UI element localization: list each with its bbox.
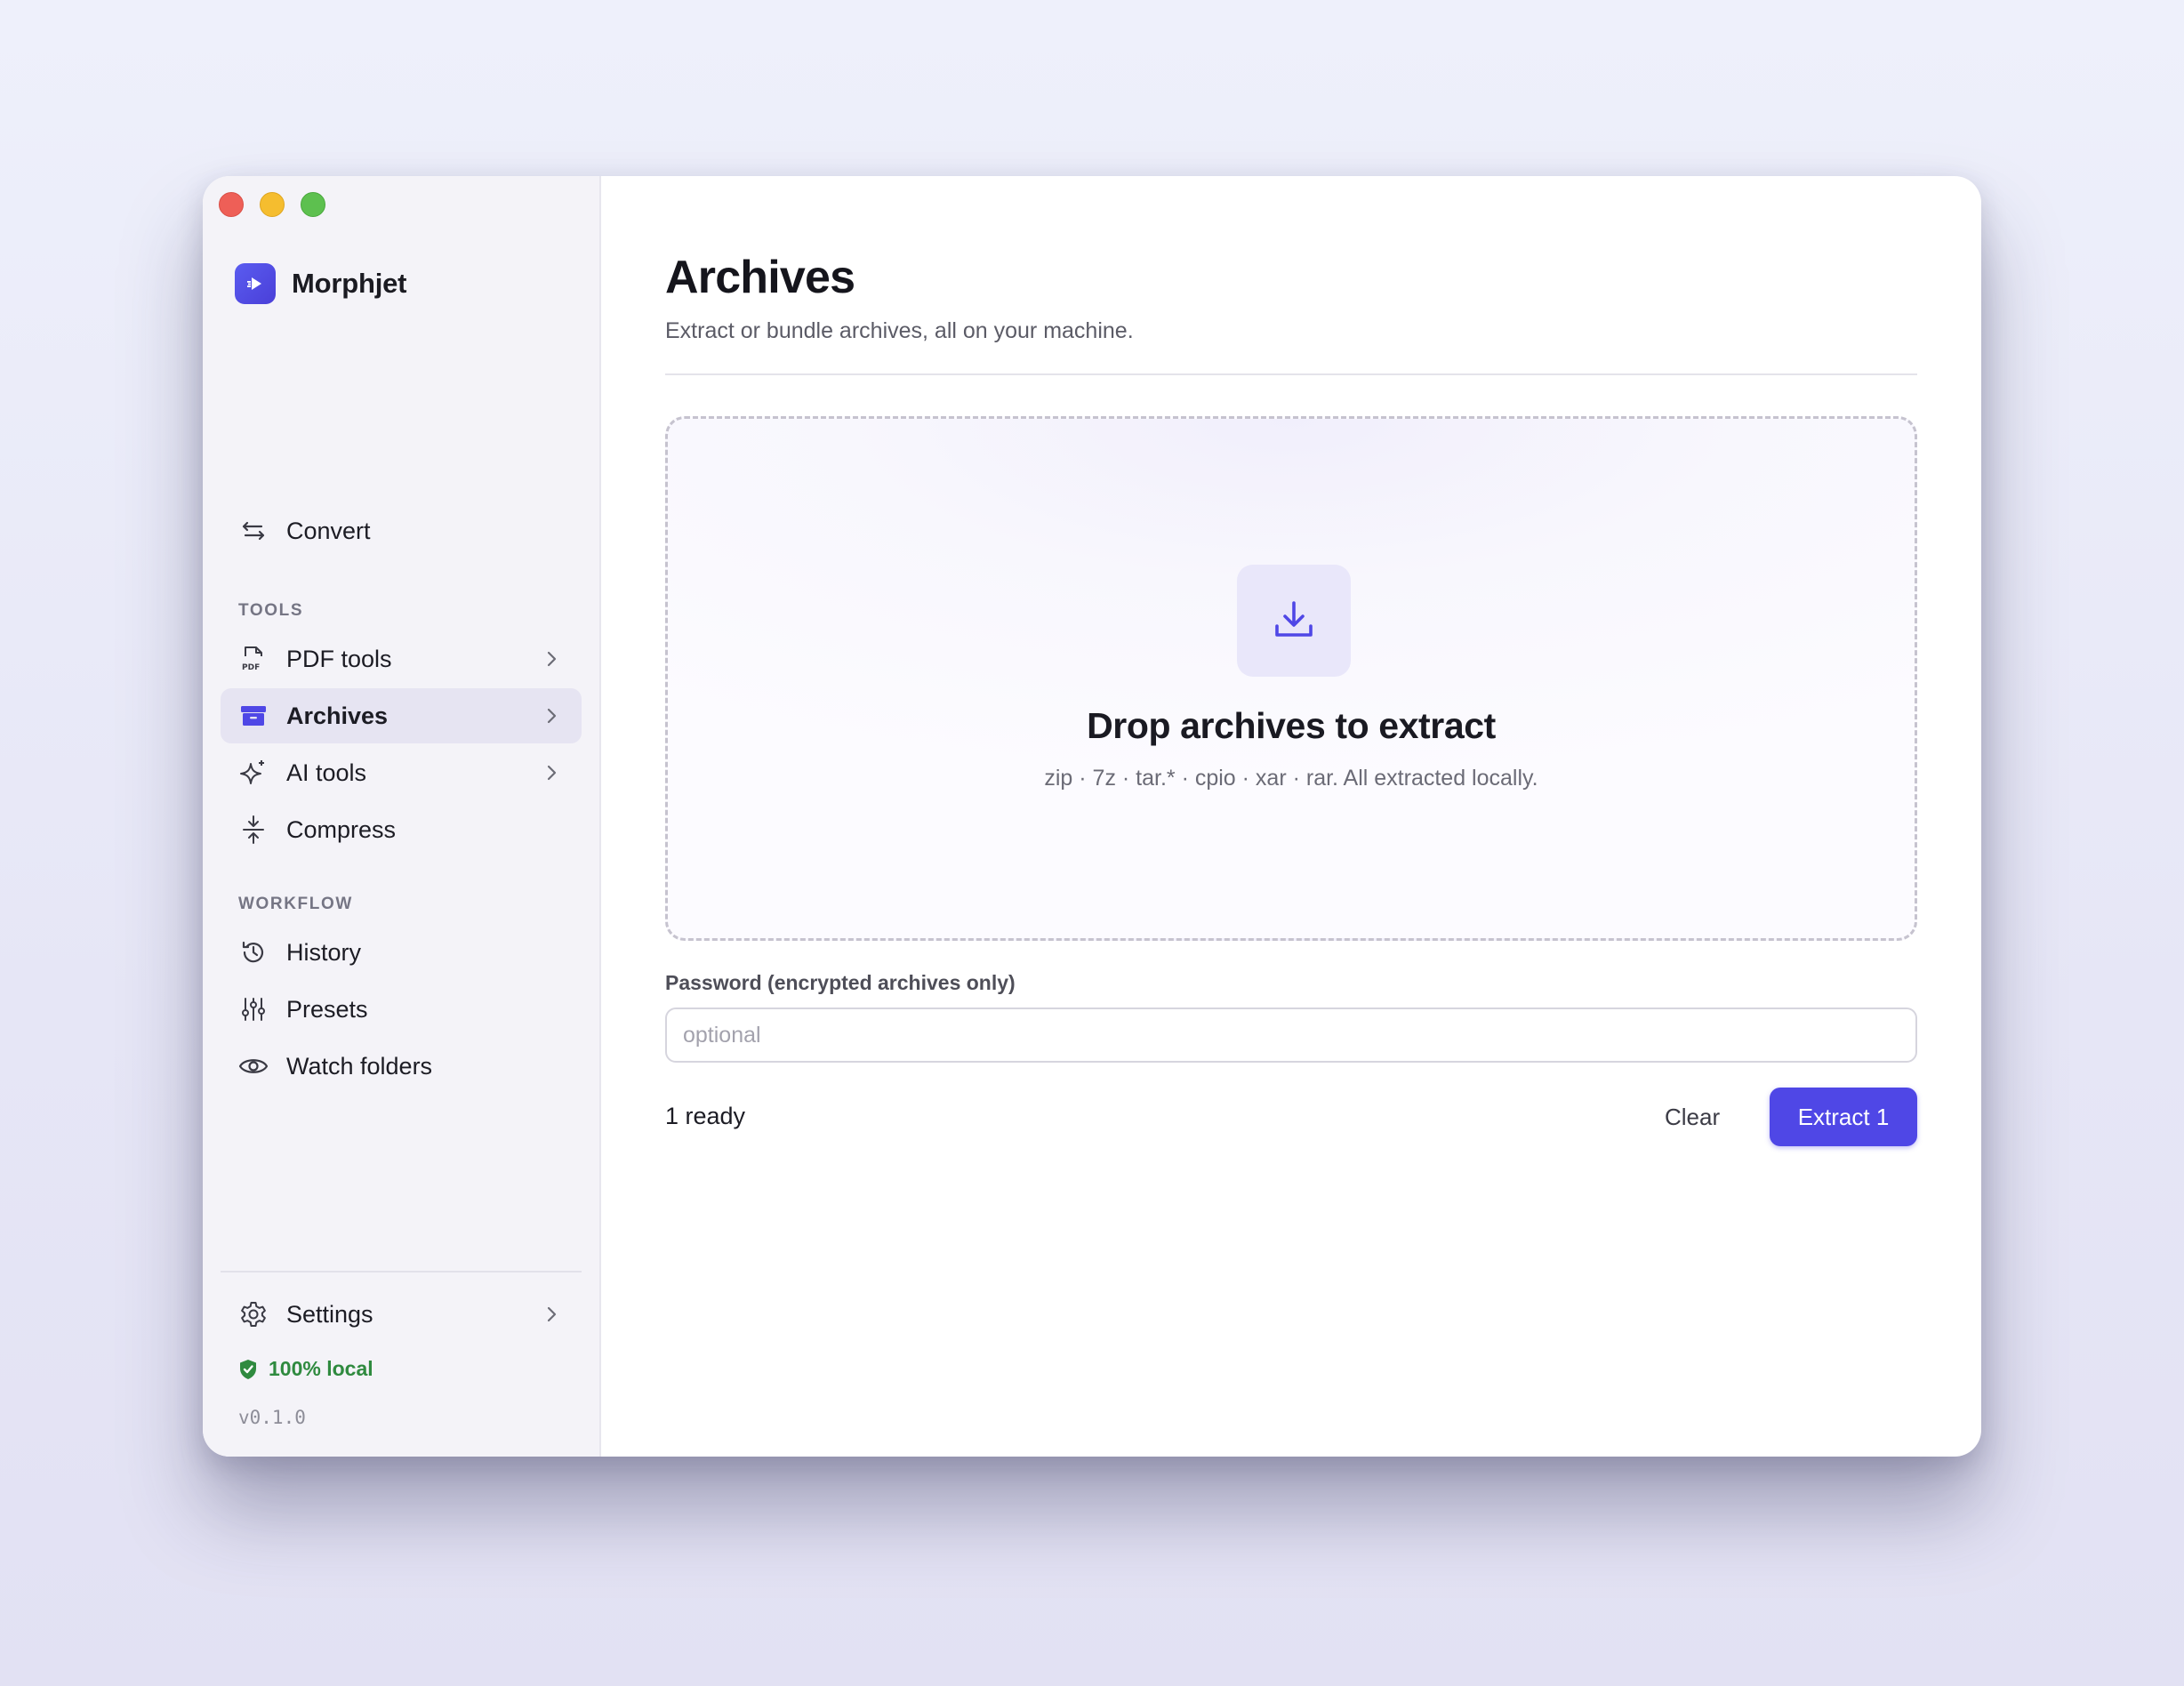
- sidebar-item-archives[interactable]: Archives: [221, 688, 582, 743]
- sidebar: Morphjet Convert TOOLS PDF PDF tools Arc…: [203, 176, 601, 1457]
- sidebar-item-settings[interactable]: Settings: [221, 1287, 582, 1342]
- archive-icon: [238, 701, 269, 731]
- sliders-icon: [238, 994, 269, 1024]
- archive-dropzone[interactable]: Drop archives to extract zip · 7z · tar.…: [665, 416, 1917, 941]
- pdf-icon: PDF: [238, 644, 269, 674]
- sidebar-item-label: Watch folders: [286, 1052, 433, 1080]
- minimize-window-button[interactable]: [260, 192, 285, 217]
- sidebar-item-label: Compress: [286, 815, 397, 843]
- local-status-badge: 100% local: [238, 1357, 373, 1381]
- download-tray-icon: [1237, 565, 1351, 677]
- sidebar-item-presets[interactable]: Presets: [221, 982, 582, 1037]
- password-input[interactable]: [665, 1008, 1917, 1063]
- brand: Morphjet: [235, 263, 406, 304]
- extract-button[interactable]: Extract 1: [1770, 1088, 1917, 1146]
- app-logo-icon: [235, 263, 276, 304]
- ready-count: 1 ready: [665, 1103, 746, 1129]
- shield-check-icon: [240, 1359, 256, 1379]
- sidebar-item-label: Settings: [286, 1300, 373, 1328]
- sidebar-item-label: PDF tools: [286, 645, 392, 672]
- sidebar-item-label: History: [286, 938, 362, 966]
- history-icon: [238, 937, 269, 967]
- app-window: Morphjet Convert TOOLS PDF PDF tools Arc…: [203, 176, 1981, 1457]
- zoom-window-button[interactable]: [301, 192, 325, 217]
- workflow-section-heading: WORKFLOW: [238, 895, 353, 913]
- sidebar-item-watch-folders[interactable]: Watch folders: [221, 1039, 582, 1094]
- clear-button[interactable]: Clear: [1645, 1088, 1739, 1146]
- dropzone-formats: zip · 7z · tar.* · cpio · xar · rar. All…: [1044, 766, 1538, 791]
- gear-icon: [238, 1299, 269, 1329]
- eye-icon: [238, 1051, 269, 1081]
- chevron-right-icon: [547, 651, 557, 667]
- sidebar-item-label: Convert: [286, 517, 371, 544]
- sidebar-item-convert[interactable]: Convert: [221, 503, 582, 558]
- sidebar-item-label: Archives: [286, 702, 389, 729]
- sidebar-item-pdf-tools[interactable]: PDF PDF tools: [221, 631, 582, 686]
- compress-icon: [238, 815, 269, 845]
- dropzone-title: Drop archives to extract: [1087, 705, 1496, 746]
- page-subtitle: Extract or bundle archives, all on your …: [665, 318, 1134, 343]
- chevron-right-icon: [547, 1306, 557, 1322]
- sidebar-item-label: Presets: [286, 995, 368, 1023]
- tools-section-heading: TOOLS: [238, 601, 304, 620]
- chevron-right-icon: [547, 765, 557, 781]
- close-window-button[interactable]: [219, 192, 244, 217]
- sidebar-item-label: AI tools: [286, 759, 367, 786]
- sidebar-item-history[interactable]: History: [221, 925, 582, 980]
- password-label: Password (encrypted archives only): [665, 971, 1016, 994]
- main-content: Archives Extract or bundle archives, all…: [601, 176, 1981, 1457]
- sidebar-item-compress[interactable]: Compress: [221, 802, 582, 857]
- sidebar-divider: [221, 1271, 582, 1273]
- convert-arrows-icon: [238, 516, 269, 546]
- sidebar-item-ai-tools[interactable]: AI tools: [221, 745, 582, 800]
- app-version: v0.1.0: [238, 1407, 306, 1428]
- page-title: Archives: [665, 252, 855, 303]
- header-divider: [665, 373, 1917, 375]
- chevron-right-icon: [547, 708, 557, 724]
- svg-text:PDF: PDF: [242, 663, 260, 672]
- app-name: Morphjet: [292, 268, 407, 299]
- sparkle-icon: [238, 758, 269, 788]
- window-controls: [219, 192, 325, 217]
- local-status-label: 100% local: [269, 1357, 373, 1380]
